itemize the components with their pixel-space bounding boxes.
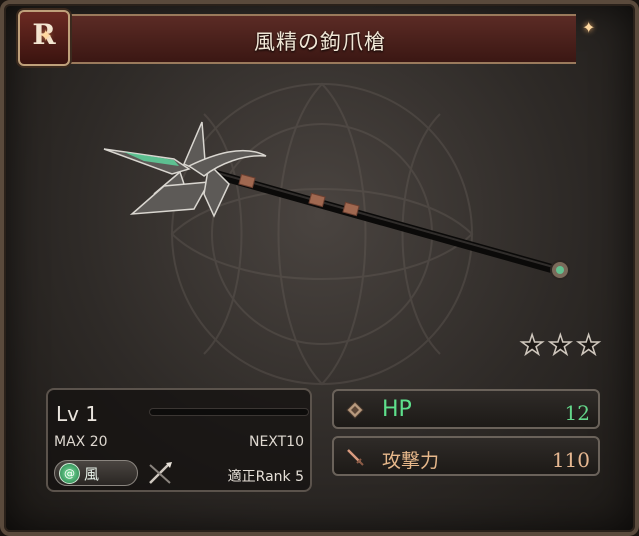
hp-stat-row: HP 12 [332,389,600,429]
rank-label: 適正Rank 5 [227,469,304,485]
exp-bar [150,409,308,415]
attack-label: 攻撃力 [382,450,440,472]
attack-value: 110 [551,448,590,472]
star-icon: ★ [576,330,602,361]
max-level-label: MAX 20 [54,434,108,450]
level-label: Lv 1 [56,402,99,426]
diamond-icon [346,401,364,419]
level-panel: Lv 1 MAX 20 NEXT10 @ 風 適正Rank 5 [46,388,312,492]
star-icon: ★ [519,330,545,361]
next-exp-label: NEXT10 [248,434,304,450]
element-label: 風 [84,464,100,483]
element-badge: @ 風 [54,460,138,486]
wind-element-icon: @ [59,462,80,484]
sword-icon [347,449,364,466]
attack-stat-row: 攻撃力 110 [332,436,600,476]
hp-value: 12 [564,401,590,425]
star-icon: ★ [547,330,573,361]
rarity-stars: ★ ★ ★ [519,330,602,361]
hp-label: HP [382,397,412,422]
spear-type-icon [149,462,172,484]
item-detail-card: 風精の鉤爪槍 R ✦ ✦ ★ ★ ★ Lv 1 MAX 20 NEXT10 @ … [0,0,639,536]
